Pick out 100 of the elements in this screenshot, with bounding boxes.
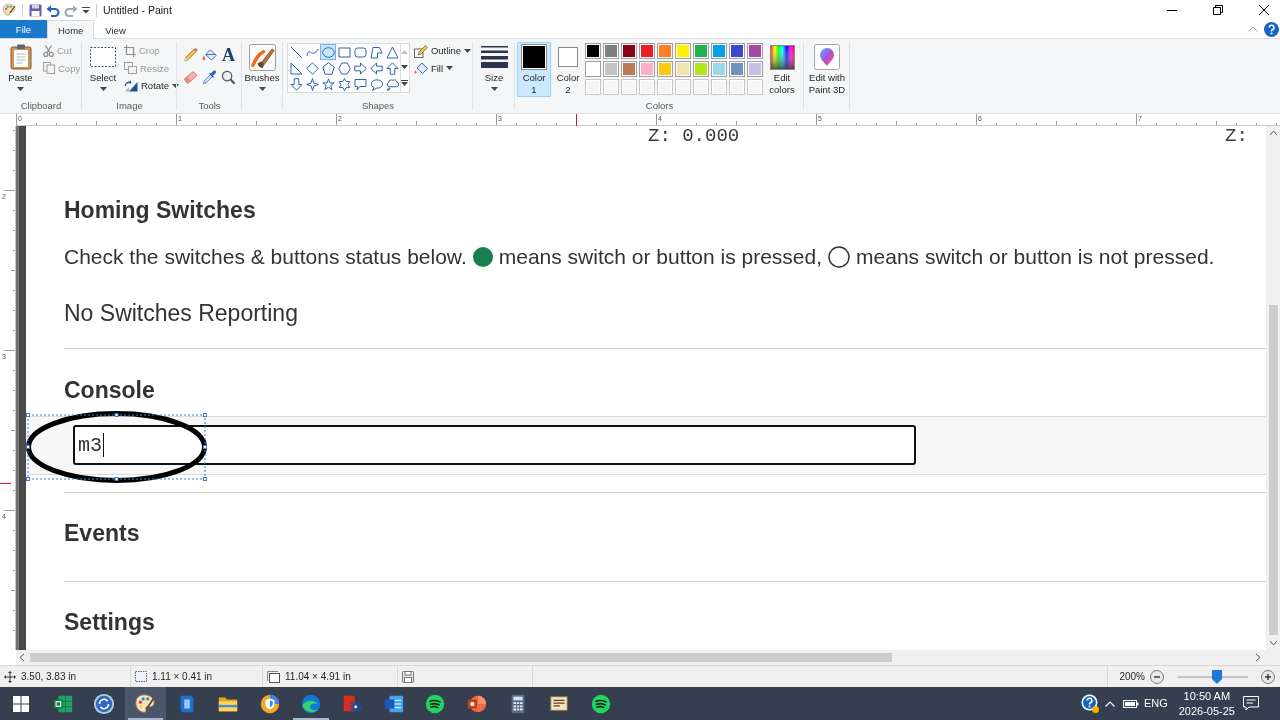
caret-icon bbox=[17, 87, 24, 91]
edit-colors-button[interactable]: Edit colors bbox=[766, 42, 798, 97]
swatch-icon[interactable] bbox=[729, 43, 745, 59]
empty-swatch-icon[interactable] bbox=[675, 79, 691, 95]
swatch-icon[interactable] bbox=[675, 61, 691, 77]
music-app-icon[interactable] bbox=[424, 692, 447, 715]
color-slot-button[interactable]: Color 2 bbox=[553, 42, 583, 97]
outline-button[interactable]: Outline bbox=[411, 42, 473, 60]
shape-option[interactable] bbox=[336, 60, 352, 76]
scroll-left-icon[interactable] bbox=[20, 654, 24, 661]
shape-option[interactable] bbox=[352, 76, 368, 92]
legend-text: means switch or button is pressed, bbox=[498, 245, 823, 269]
shape-option[interactable] bbox=[384, 76, 400, 92]
language-indicator[interactable]: ENG bbox=[1143, 696, 1168, 711]
ribbon-tab[interactable]: View bbox=[94, 20, 137, 39]
file-menu-button[interactable]: File bbox=[0, 20, 47, 38]
paint-palette-icon[interactable] bbox=[134, 692, 157, 715]
scroll-up-icon[interactable] bbox=[1269, 131, 1277, 135]
text-tool-button[interactable]: A bbox=[219, 43, 238, 66]
console-input[interactable]: m3 bbox=[73, 425, 916, 465]
scroll-right-icon[interactable] bbox=[1256, 654, 1260, 661]
color-slot-button[interactable]: Color 1 bbox=[517, 42, 551, 97]
help-icon[interactable] bbox=[1264, 21, 1279, 37]
swatch-icon[interactable] bbox=[693, 43, 709, 59]
swatch-icon[interactable] bbox=[621, 61, 637, 77]
music-app-icon[interactable] bbox=[589, 692, 612, 715]
clock-date[interactable]: 2026-05-25 bbox=[1178, 703, 1235, 719]
shape-option[interactable] bbox=[320, 44, 336, 60]
swatch-icon[interactable] bbox=[675, 43, 691, 59]
swatch-icon[interactable] bbox=[693, 61, 709, 77]
shape-option[interactable] bbox=[320, 76, 336, 92]
brushes-button[interactable]: Brushes bbox=[242, 42, 282, 97]
shape-option[interactable] bbox=[352, 60, 368, 76]
swatch-icon[interactable] bbox=[747, 61, 763, 77]
fill-button[interactable]: Fill bbox=[411, 59, 456, 77]
shape-option[interactable] bbox=[384, 60, 400, 76]
empty-swatch-icon[interactable] bbox=[603, 79, 619, 95]
shape-option[interactable] bbox=[304, 60, 320, 76]
shape-option[interactable] bbox=[320, 60, 336, 76]
size-button[interactable]: Size bbox=[475, 42, 513, 97]
zoom-slider-thumb[interactable] bbox=[1212, 669, 1223, 684]
ribbon-tab[interactable]: Home bbox=[47, 20, 95, 39]
swatch-icon[interactable] bbox=[711, 61, 727, 77]
shape-option[interactable] bbox=[288, 76, 304, 92]
taskbar-button[interactable] bbox=[124, 687, 167, 720]
paste-button[interactable]: Paste bbox=[0, 42, 41, 97]
rotate-button[interactable]: Rotate bbox=[122, 77, 181, 95]
customize-caret-icon[interactable] bbox=[82, 6, 90, 14]
shape-option[interactable] bbox=[288, 44, 304, 60]
swatch-icon[interactable] bbox=[639, 43, 655, 59]
zoom-out-icon[interactable] bbox=[1150, 669, 1164, 684]
swatch-icon[interactable] bbox=[657, 61, 673, 77]
caret-icon bbox=[258, 87, 266, 91]
section-heading: Homing Switches bbox=[64, 196, 256, 224]
scrollbar-thumb[interactable] bbox=[30, 653, 892, 662]
swatch-icon[interactable] bbox=[585, 61, 601, 77]
undo-icon[interactable] bbox=[46, 3, 60, 17]
swatch-icon[interactable] bbox=[585, 43, 601, 59]
scroll-down-icon[interactable] bbox=[1269, 641, 1277, 645]
shape-option[interactable] bbox=[288, 60, 304, 76]
shape-option[interactable] bbox=[368, 44, 384, 60]
shape-option[interactable] bbox=[352, 44, 368, 60]
swatch-icon[interactable] bbox=[639, 61, 655, 77]
gallery-expand-icon[interactable] bbox=[401, 80, 409, 87]
swatch-icon[interactable] bbox=[603, 61, 619, 77]
save-icon bbox=[402, 670, 414, 683]
select-button[interactable]: Select bbox=[84, 42, 122, 97]
empty-swatch-icon[interactable] bbox=[693, 79, 709, 95]
paint-app-icon bbox=[2, 3, 16, 17]
swatch-icon[interactable] bbox=[657, 43, 673, 59]
swatch-icon[interactable] bbox=[729, 61, 745, 77]
empty-swatch-icon[interactable] bbox=[657, 79, 673, 95]
empty-swatch-icon[interactable] bbox=[729, 79, 745, 95]
zoom-in-icon[interactable] bbox=[1261, 669, 1275, 684]
notification-icon[interactable] bbox=[1243, 696, 1259, 711]
swatch-icon[interactable] bbox=[603, 43, 619, 59]
swatch-icon[interactable] bbox=[621, 43, 637, 59]
battery-icon[interactable] bbox=[1122, 698, 1139, 709]
shape-option[interactable] bbox=[368, 76, 384, 92]
help-icon[interactable] bbox=[1080, 694, 1099, 713]
shield-browser-icon[interactable] bbox=[258, 692, 281, 715]
empty-swatch-icon[interactable] bbox=[621, 79, 637, 95]
sync-app-icon[interactable] bbox=[93, 692, 116, 715]
shape-option[interactable] bbox=[368, 60, 384, 76]
empty-swatch-icon[interactable] bbox=[585, 79, 601, 95]
shape-option[interactable] bbox=[336, 76, 352, 92]
empty-swatch-icon[interactable] bbox=[711, 79, 727, 95]
swatch-icon[interactable] bbox=[747, 43, 763, 59]
empty-swatch-icon[interactable] bbox=[747, 79, 763, 95]
paint3d-button[interactable]: Edit with Paint 3D bbox=[804, 42, 850, 97]
canvas-size-icon bbox=[267, 670, 280, 683]
scrollbar-thumb[interactable] bbox=[1268, 305, 1278, 635]
shape-option[interactable] bbox=[304, 76, 320, 92]
scroll-down-icon[interactable] bbox=[401, 65, 409, 69]
shape-option[interactable] bbox=[384, 44, 400, 60]
swatch-icon[interactable] bbox=[711, 43, 727, 59]
empty-swatch-icon[interactable] bbox=[639, 79, 655, 95]
clock-time[interactable]: 10:50 AM bbox=[1183, 688, 1231, 704]
save-icon[interactable] bbox=[29, 3, 42, 17]
swirl-browser-icon[interactable] bbox=[300, 692, 323, 715]
